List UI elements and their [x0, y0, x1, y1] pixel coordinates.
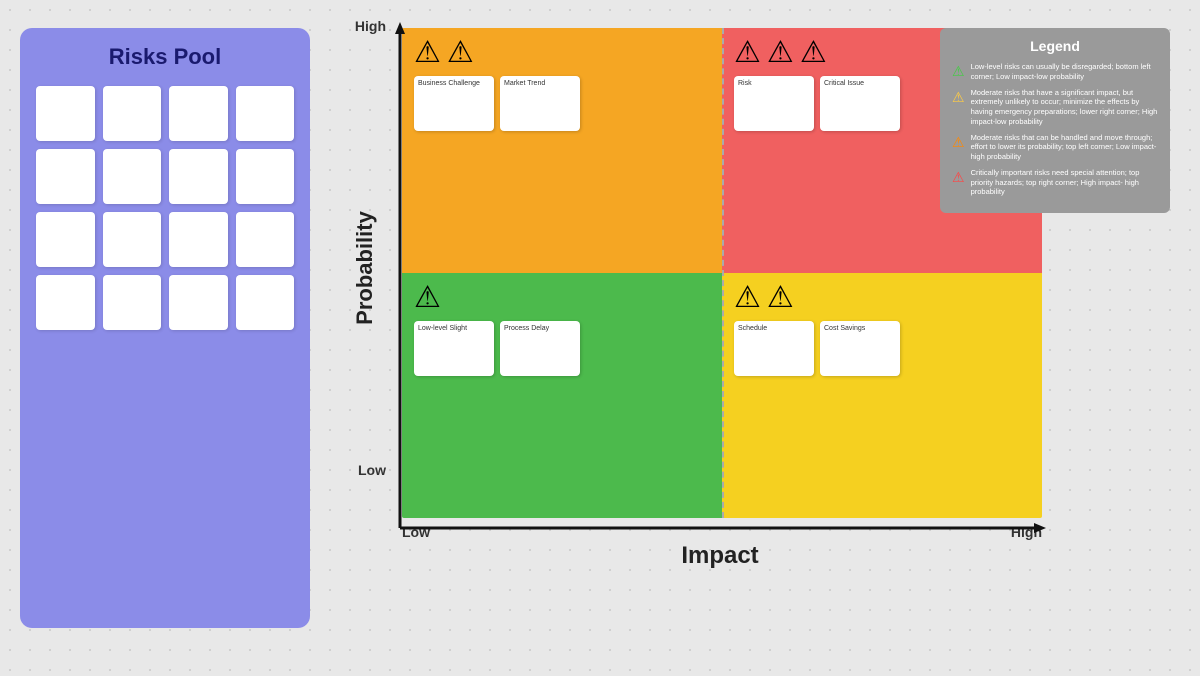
- risk-card[interactable]: Risk: [734, 76, 814, 131]
- x-axis-title: Impact: [390, 542, 1050, 570]
- quadrant-top-left: ⚠ ⚠ Business Challenge Market Trend: [402, 28, 722, 273]
- warning-icons-top-left: ⚠ ⚠: [414, 38, 714, 68]
- risk-card[interactable]: Market Trend: [500, 76, 580, 131]
- y-axis-side: Probability High Low: [330, 18, 390, 518]
- pool-card[interactable]: [36, 275, 95, 330]
- legend-text-yellow: Moderate risks that have a significant i…: [971, 88, 1158, 127]
- pool-card[interactable]: [236, 212, 295, 267]
- main-container: Risks Pool Probability Hig: [20, 18, 1180, 658]
- pool-card[interactable]: [36, 149, 95, 204]
- pool-card[interactable]: [169, 275, 228, 330]
- pool-card[interactable]: [36, 86, 95, 141]
- warning-icon: ⚠: [800, 38, 827, 68]
- warning-icon: ⚠: [734, 283, 761, 313]
- pool-card[interactable]: [169, 149, 228, 204]
- legend-icon-green: ⚠: [952, 63, 965, 80]
- pool-grid: [36, 86, 294, 330]
- legend-icon-yellow: ⚠: [952, 89, 965, 106]
- risks-pool: Risks Pool: [20, 28, 310, 628]
- pool-card[interactable]: [169, 86, 228, 141]
- risk-card[interactable]: Business Challenge: [414, 76, 494, 131]
- risk-card[interactable]: Schedule: [734, 321, 814, 376]
- cards-top-left: Business Challenge Market Trend: [410, 72, 714, 135]
- y-low-label: Low: [358, 462, 386, 478]
- pool-card[interactable]: [103, 212, 162, 267]
- legend-title: Legend: [952, 38, 1158, 54]
- risk-card[interactable]: Process Delay: [500, 321, 580, 376]
- legend-icon-red: ⚠: [952, 169, 965, 186]
- legend-item-yellow: ⚠ Moderate risks that have a significant…: [952, 88, 1158, 127]
- warning-icon: ⚠: [414, 283, 441, 313]
- legend-text-orange: Moderate risks that can be handled and m…: [971, 133, 1158, 162]
- warning-icons-bot-right: ⚠ ⚠: [734, 283, 1034, 313]
- quadrant-bot-left: ⚠ Low-level Slight Process Delay: [402, 273, 722, 518]
- warning-icon: ⚠: [767, 283, 794, 313]
- risk-card[interactable]: Critical Issue: [820, 76, 900, 131]
- legend-text-green: Low-level risks can usually be disregard…: [971, 62, 1158, 82]
- cards-bot-right: Schedule Cost Savings: [730, 317, 1034, 380]
- warning-icon: ⚠: [767, 38, 794, 68]
- y-high-label: High: [355, 18, 386, 34]
- x-axis-labels: Low High: [402, 524, 1042, 540]
- y-axis-label: Probability: [352, 211, 378, 325]
- risk-card[interactable]: Low-level Slight: [414, 321, 494, 376]
- pool-card[interactable]: [103, 86, 162, 141]
- x-high-label: High: [1011, 524, 1042, 540]
- cards-bot-left: Low-level Slight Process Delay: [410, 317, 714, 380]
- quadrant-bot-right: ⚠ ⚠ Schedule Cost Savings: [722, 273, 1042, 518]
- risks-pool-title: Risks Pool: [109, 44, 221, 70]
- legend-icon-orange: ⚠: [952, 134, 965, 151]
- x-axis-label-text: Impact: [681, 542, 758, 569]
- pool-card[interactable]: [236, 275, 295, 330]
- warning-icons-bot-left: ⚠: [414, 283, 714, 313]
- legend-text-red: Critically important risks need special …: [971, 168, 1158, 197]
- warning-icon: ⚠: [447, 38, 474, 68]
- legend-item-red: ⚠ Critically important risks need specia…: [952, 168, 1158, 197]
- x-low-label: Low: [402, 524, 430, 540]
- warning-icon: ⚠: [414, 38, 441, 68]
- legend-item-green: ⚠ Low-level risks can usually be disrega…: [952, 62, 1158, 82]
- risk-card[interactable]: Cost Savings: [820, 321, 900, 376]
- warning-icon: ⚠: [734, 38, 761, 68]
- pool-card[interactable]: [103, 275, 162, 330]
- pool-card[interactable]: [236, 149, 295, 204]
- pool-card[interactable]: [169, 212, 228, 267]
- legend-box: Legend ⚠ Low-level risks can usually be …: [940, 28, 1170, 213]
- pool-card[interactable]: [36, 212, 95, 267]
- pool-card[interactable]: [103, 149, 162, 204]
- legend-item-orange: ⚠ Moderate risks that can be handled and…: [952, 133, 1158, 162]
- pool-card[interactable]: [236, 86, 295, 141]
